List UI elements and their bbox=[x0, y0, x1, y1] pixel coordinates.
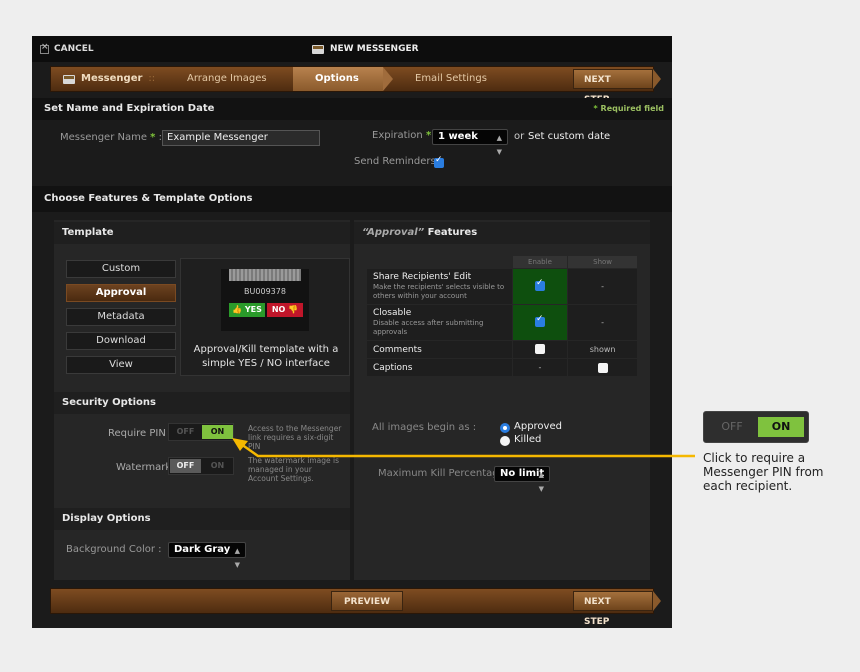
callout-off: OFF bbox=[721, 420, 743, 433]
callout-text: Click to require a Messenger PIN from ea… bbox=[703, 451, 824, 493]
callout-arrow-line bbox=[240, 442, 695, 458]
callout-arrow bbox=[232, 438, 695, 458]
callout-arrow-head bbox=[232, 438, 248, 451]
callout-toggle-illustration: OFF ON bbox=[703, 411, 809, 443]
callout-on: ON bbox=[758, 417, 804, 437]
